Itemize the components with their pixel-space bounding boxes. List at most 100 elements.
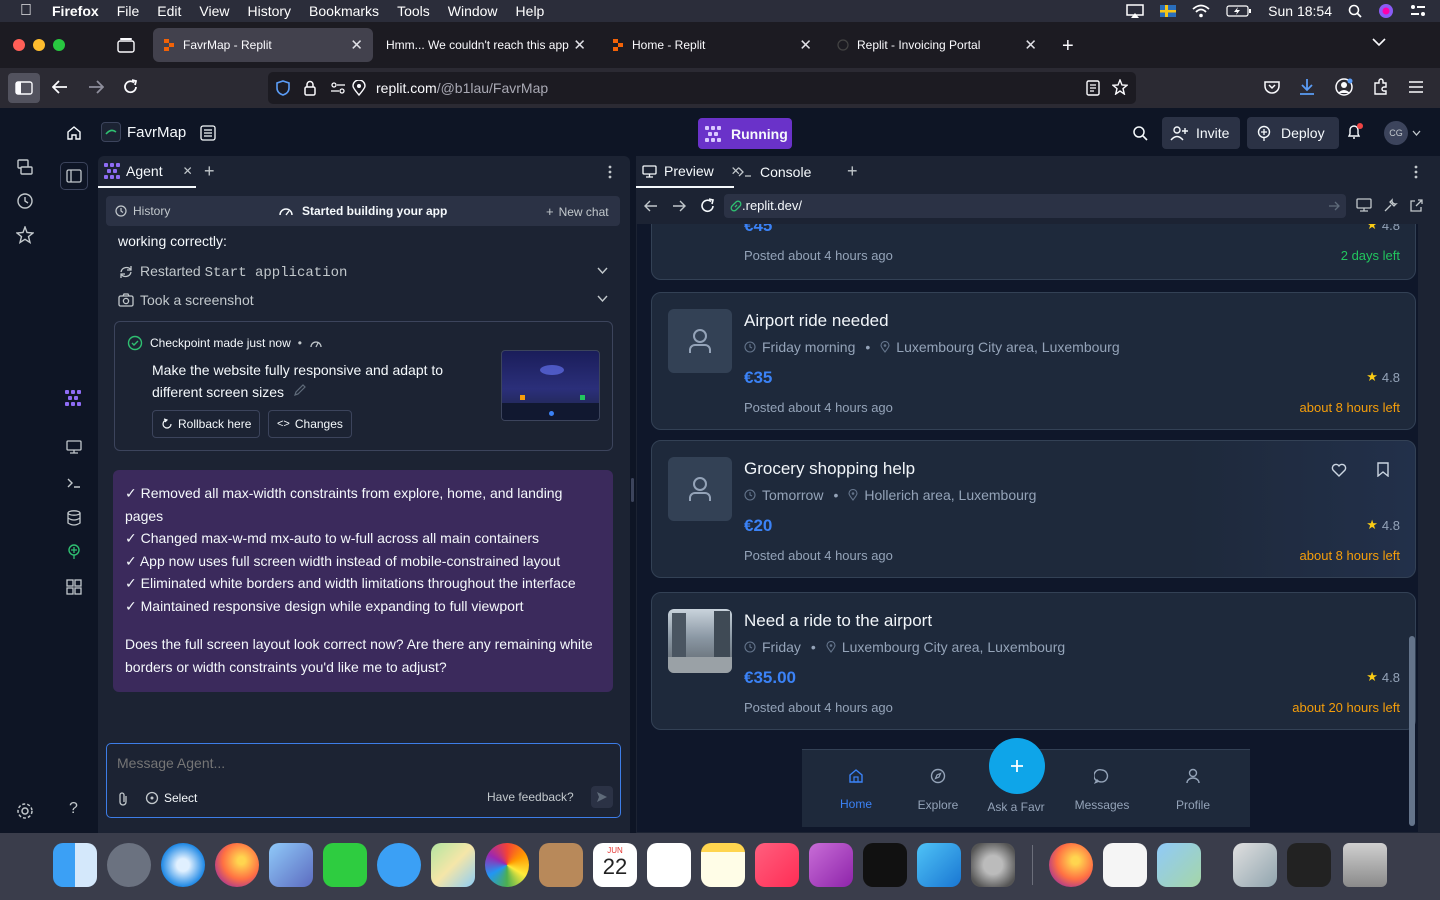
preview-forward-icon[interactable] bbox=[672, 200, 686, 212]
rail-btn-starred[interactable] bbox=[0, 226, 50, 244]
menu-view[interactable]: View bbox=[199, 3, 229, 19]
window-close-button[interactable] bbox=[13, 39, 25, 51]
system-preferences-icon[interactable] bbox=[971, 843, 1015, 887]
maps-icon[interactable] bbox=[431, 843, 475, 887]
hamburger-menu-icon[interactable] bbox=[1408, 81, 1424, 93]
menu-tools[interactable]: Tools bbox=[397, 3, 430, 19]
panel-resize-handle[interactable] bbox=[631, 478, 634, 502]
close-tab-icon[interactable]: ✕ bbox=[350, 36, 363, 54]
search-icon[interactable] bbox=[1132, 125, 1148, 141]
add-tab-icon[interactable]: + bbox=[204, 161, 215, 182]
lock-icon[interactable] bbox=[304, 80, 316, 96]
browser-tab-home-replit[interactable]: Home - Replit ✕ bbox=[602, 28, 822, 62]
spotlight-search-icon[interactable] bbox=[1348, 4, 1362, 18]
nav-ask-a-favr[interactable]: Ask a Favr bbox=[976, 738, 1056, 820]
facetime-icon[interactable] bbox=[323, 843, 367, 887]
close-tab-icon[interactable]: ✕ bbox=[799, 36, 812, 54]
devtools-wrench-icon[interactable] bbox=[1383, 198, 1398, 213]
trash-icon[interactable] bbox=[1343, 843, 1387, 887]
message-input[interactable] bbox=[117, 752, 597, 774]
notes-icon[interactable] bbox=[701, 843, 745, 887]
map-document-icon[interactable] bbox=[1233, 843, 1277, 887]
sidebar-toggle-icon[interactable] bbox=[8, 73, 40, 103]
all-tools-grid-icon[interactable] bbox=[66, 579, 82, 595]
messages-icon[interactable] bbox=[377, 843, 421, 887]
finder-icon[interactable] bbox=[53, 843, 97, 887]
tab-overview-icon[interactable] bbox=[117, 37, 135, 53]
select-element-button[interactable]: Select bbox=[145, 791, 197, 805]
wifi-icon[interactable] bbox=[1192, 4, 1210, 18]
podcasts-icon[interactable] bbox=[809, 843, 853, 887]
menu-help[interactable]: Help bbox=[516, 3, 545, 19]
nav-home[interactable]: Home bbox=[816, 768, 896, 811]
device-preview-icon[interactable] bbox=[1356, 198, 1372, 212]
open-url-arrow-icon[interactable] bbox=[1328, 200, 1340, 212]
ask-plus-button[interactable] bbox=[989, 738, 1045, 794]
textedit-icon[interactable] bbox=[1103, 843, 1147, 887]
checkpoint-thumbnail[interactable] bbox=[501, 350, 600, 421]
menubar-clock[interactable]: Sun 18:54 bbox=[1268, 3, 1332, 19]
agent-input-box[interactable]: Select Have feedback? bbox=[106, 743, 621, 818]
action-restart-app[interactable]: Restarted Start application bbox=[118, 262, 608, 282]
changes-button[interactable]: <> Changes bbox=[268, 410, 352, 438]
control-center-icon[interactable] bbox=[1410, 4, 1426, 18]
browser-tab-invoicing[interactable]: Replit - Invoicing Portal ✕ bbox=[827, 28, 1047, 62]
back-arrow-icon[interactable] bbox=[52, 80, 68, 94]
browser-tab-favrmap[interactable]: FavrMap - Replit ✕ bbox=[153, 28, 373, 62]
database-tool-icon[interactable] bbox=[66, 510, 82, 526]
user-menu-chevron-icon[interactable] bbox=[1412, 130, 1421, 136]
firefox-icon[interactable] bbox=[1049, 843, 1093, 887]
account-icon[interactable] bbox=[1335, 78, 1353, 96]
permissions-icon[interactable] bbox=[330, 82, 346, 94]
save-bookmark-icon[interactable] bbox=[1377, 462, 1389, 477]
forward-arrow-icon[interactable] bbox=[88, 80, 104, 94]
close-tab-icon[interactable]: ✕ bbox=[573, 36, 586, 54]
rollback-button[interactable]: Rollback here bbox=[152, 410, 261, 438]
bookmark-star-icon[interactable] bbox=[1112, 79, 1128, 95]
close-tab-icon[interactable]: ✕ bbox=[183, 164, 193, 178]
menu-bookmarks[interactable]: Bookmarks bbox=[309, 3, 379, 19]
reminders-icon[interactable] bbox=[647, 843, 691, 887]
rail-btn-settings[interactable] bbox=[0, 802, 50, 820]
expand-chevron-icon[interactable] bbox=[597, 295, 608, 302]
home-icon[interactable] bbox=[66, 125, 82, 141]
flag-icon[interactable] bbox=[1160, 5, 1177, 17]
downloads-icon[interactable] bbox=[1299, 78, 1315, 96]
user-avatar[interactable]: CG bbox=[1384, 121, 1408, 145]
menu-app-name[interactable]: Firefox bbox=[52, 3, 99, 19]
window-zoom-button[interactable] bbox=[53, 39, 65, 51]
notifications-bell-icon[interactable] bbox=[1346, 123, 1364, 141]
rail-btn-apps[interactable] bbox=[0, 158, 50, 176]
console-tool-icon[interactable] bbox=[66, 476, 82, 490]
feedback-link[interactable]: Have feedback? bbox=[487, 790, 574, 804]
agent-tool-icon[interactable] bbox=[64, 389, 82, 407]
help-icon[interactable]: ? bbox=[69, 800, 78, 818]
add-tab-icon[interactable]: + bbox=[847, 161, 858, 182]
menu-history[interactable]: History bbox=[247, 3, 291, 19]
screenshot-icon[interactable] bbox=[1287, 843, 1331, 887]
airplay-icon[interactable] bbox=[1126, 4, 1144, 18]
extensions-icon[interactable] bbox=[1372, 78, 1389, 95]
apple-icon[interactable]:  bbox=[20, 2, 32, 20]
image-viewer-icon[interactable] bbox=[1157, 843, 1201, 887]
pocket-icon[interactable] bbox=[1264, 80, 1280, 94]
attach-paperclip-icon[interactable] bbox=[117, 791, 129, 807]
browser-tab-unreachable[interactable]: Hmm... We couldn't reach this app ✕ bbox=[376, 28, 596, 62]
location-pin-icon[interactable] bbox=[352, 80, 366, 96]
agent-tab[interactable]: Agent ✕ bbox=[98, 156, 196, 188]
photos-icon[interactable] bbox=[485, 843, 529, 887]
history-button[interactable]: History bbox=[115, 204, 170, 218]
invite-button[interactable]: Invite bbox=[1162, 117, 1240, 149]
apple-tv-icon[interactable] bbox=[863, 843, 907, 887]
preview-tool-icon[interactable] bbox=[66, 440, 82, 454]
preview-reload-icon[interactable] bbox=[700, 198, 716, 214]
send-button[interactable] bbox=[591, 786, 613, 808]
new-tab-icon[interactable]: + bbox=[1062, 35, 1074, 58]
contacts-icon[interactable] bbox=[539, 843, 583, 887]
listing-card[interactable]: Grocery shopping help Tomorrow • Holleri… bbox=[651, 440, 1416, 578]
calendar-icon[interactable]: JUN 22 bbox=[593, 843, 637, 887]
reload-icon[interactable] bbox=[123, 79, 139, 95]
new-chat-button[interactable]: + New chat bbox=[546, 204, 609, 219]
firefox-icon[interactable] bbox=[215, 843, 259, 887]
menu-file[interactable]: File bbox=[117, 3, 140, 19]
